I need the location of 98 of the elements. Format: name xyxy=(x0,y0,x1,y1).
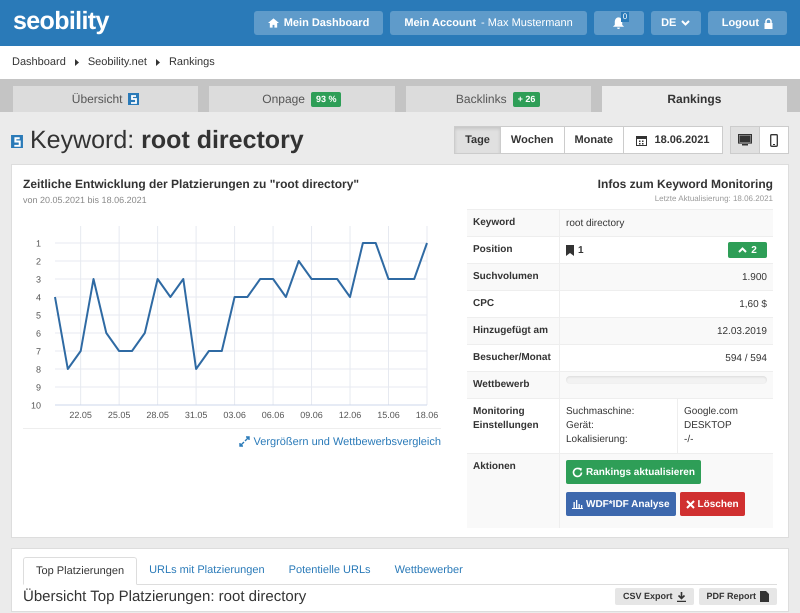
date-picker-button[interactable]: 18.06.2021 xyxy=(623,126,723,154)
y-axis-label: 6 xyxy=(36,328,41,338)
dashboard-button[interactable]: Mein Dashboard xyxy=(254,11,384,35)
score-badge: 93 % xyxy=(310,92,342,106)
row-label: Keyword xyxy=(473,216,516,230)
row-label: Aktionen xyxy=(473,460,516,474)
expand-arrows-icon xyxy=(239,436,250,448)
x-axis-label: 12.06 xyxy=(338,410,362,420)
bookmark-icon xyxy=(566,244,574,256)
setting-value: DESKTOP xyxy=(684,419,733,433)
refresh-icon xyxy=(572,466,583,478)
download-icon xyxy=(676,592,686,602)
csv-export-button[interactable]: CSV Export xyxy=(614,588,694,605)
y-axis-label: 3 xyxy=(36,274,41,284)
row-value: 594 / 594 xyxy=(725,352,767,366)
keyword-value: root directory xyxy=(566,216,624,230)
setting-name: Suchmaschine: xyxy=(566,405,636,419)
chart-title: Zeitliche Entwicklung der Platzierungen zu "root directory" xyxy=(23,176,360,193)
ranking-tab[interactable]: URLs mit Platzierungen xyxy=(137,557,277,584)
section-heading: Übersicht Top Platzierungen: root directory xyxy=(23,588,306,605)
section-tab[interactable]: Onpage 93 % xyxy=(209,86,394,112)
row-label: CPC xyxy=(473,297,494,311)
s-logo-icon xyxy=(128,93,140,105)
section-tab[interactable]: Backlinks + 26 xyxy=(406,86,591,112)
x-axis-label: 06.06 xyxy=(262,410,284,420)
logout-button[interactable]: Logout xyxy=(708,11,787,35)
period-toggle[interactable]: Monate xyxy=(564,126,624,154)
breadcrumb-link[interactable]: Seobility.net xyxy=(88,54,147,71)
x-axis-label: 31.05 xyxy=(184,410,208,420)
setting-value: Google.com xyxy=(684,405,739,419)
chevron-down-icon xyxy=(681,20,690,26)
row-label: Suchvolumen xyxy=(473,270,539,284)
row-value: 1.900 xyxy=(742,270,767,284)
delete-button[interactable]: Löschen xyxy=(680,492,745,516)
pdf-report-button[interactable]: PDF Report xyxy=(698,588,777,605)
y-axis-label: 8 xyxy=(36,364,41,374)
page-title: Keyword: root directory xyxy=(30,125,304,155)
language-dropdown[interactable]: DE xyxy=(650,11,701,35)
zoom-compare-link[interactable]: Vergrößern und Wettbewerbsvergleich xyxy=(239,434,441,450)
score-badge: + 26 xyxy=(512,92,540,106)
x-axis-label: 03.06 xyxy=(223,410,246,420)
row-label: Besucher/Monat xyxy=(473,351,551,365)
x-axis-label: 09.06 xyxy=(300,410,323,420)
bar-chart-icon xyxy=(572,499,583,509)
section-tab[interactable]: Übersicht xyxy=(13,86,198,112)
setting-value: -/- xyxy=(684,433,694,447)
notifications-button[interactable]: 0 xyxy=(594,11,644,35)
x-axis-label: 25.05 xyxy=(108,410,130,420)
home-icon xyxy=(268,18,279,28)
breadcrumb-arrow-icon xyxy=(74,59,79,66)
breadcrumb-arrow-icon xyxy=(156,59,160,66)
chevron-up-icon xyxy=(738,247,748,253)
account-button[interactable]: Mein Account - Max Mustermann xyxy=(390,11,587,35)
breadcrumb-link[interactable]: Dashboard xyxy=(12,54,66,71)
x-axis-label: 22.05 xyxy=(69,410,92,420)
calendar-icon xyxy=(636,134,648,146)
file-icon xyxy=(760,591,769,602)
row-label: Wettbewerb xyxy=(473,378,530,392)
row-value: 1,60 $ xyxy=(739,298,767,312)
y-axis-label: 5 xyxy=(36,310,41,320)
mobile-phone-icon xyxy=(770,134,778,146)
y-axis-label: 7 xyxy=(36,346,41,356)
row-label: Hinzugefügt am xyxy=(473,324,548,338)
info-title: Infos zum Keyword Monitoring xyxy=(596,176,773,193)
breadcrumb-link[interactable]: Rankings xyxy=(168,54,215,71)
x-axis-label: 15.06 xyxy=(377,410,400,420)
setting-name: Gerät: xyxy=(566,419,595,433)
desktop-monitor-icon xyxy=(738,134,752,146)
y-axis-label: 1 xyxy=(36,238,41,248)
setting-name: Lokalisierung: xyxy=(566,433,629,447)
refresh-rankings-button[interactable]: Rankings aktualisieren xyxy=(566,460,701,484)
period-toggle[interactable]: Wochen xyxy=(500,126,564,154)
x-axis-label: 18.06 xyxy=(416,410,438,420)
period-toggle[interactable]: Tage xyxy=(454,126,501,154)
date-range-text: von 20.05.2021 bis 18.06.2021 xyxy=(23,194,148,207)
section-tab[interactable]: Rankings xyxy=(602,86,787,112)
y-axis-label: 4 xyxy=(36,292,41,302)
ranking-tab[interactable]: Potentielle URLs xyxy=(276,557,383,584)
y-axis-label: 2 xyxy=(36,256,41,266)
y-axis-label: 10 xyxy=(30,400,41,410)
device-toggle[interactable] xyxy=(730,126,760,154)
y-axis-label: 9 xyxy=(36,382,41,392)
wdf-idf-analysis-button[interactable]: WDF*IDF Analyse xyxy=(566,492,676,516)
close-icon xyxy=(686,500,695,508)
device-toggle[interactable] xyxy=(759,126,789,154)
ranking-tab[interactable]: Wettbewerber xyxy=(382,557,475,584)
logo-wordmark[interactable]: seobility xyxy=(13,8,109,38)
row-value: 12.03.2019 xyxy=(716,324,767,338)
position-value: 1 xyxy=(578,244,584,258)
position-change-badge: 2 xyxy=(728,242,767,258)
s-logo-icon xyxy=(11,135,23,148)
x-axis-label: 28.05 xyxy=(146,410,169,420)
ranking-tab[interactable]: Top Platzierungen xyxy=(23,557,138,585)
row-label: Monitoring Einstellungen xyxy=(473,405,540,433)
row-label: Position xyxy=(473,243,512,257)
notification-count-badge: 0 xyxy=(620,12,630,22)
last-update-text: Letzte Aktualisierung: 18.06.2021 xyxy=(654,193,773,205)
lock-icon xyxy=(764,18,773,28)
